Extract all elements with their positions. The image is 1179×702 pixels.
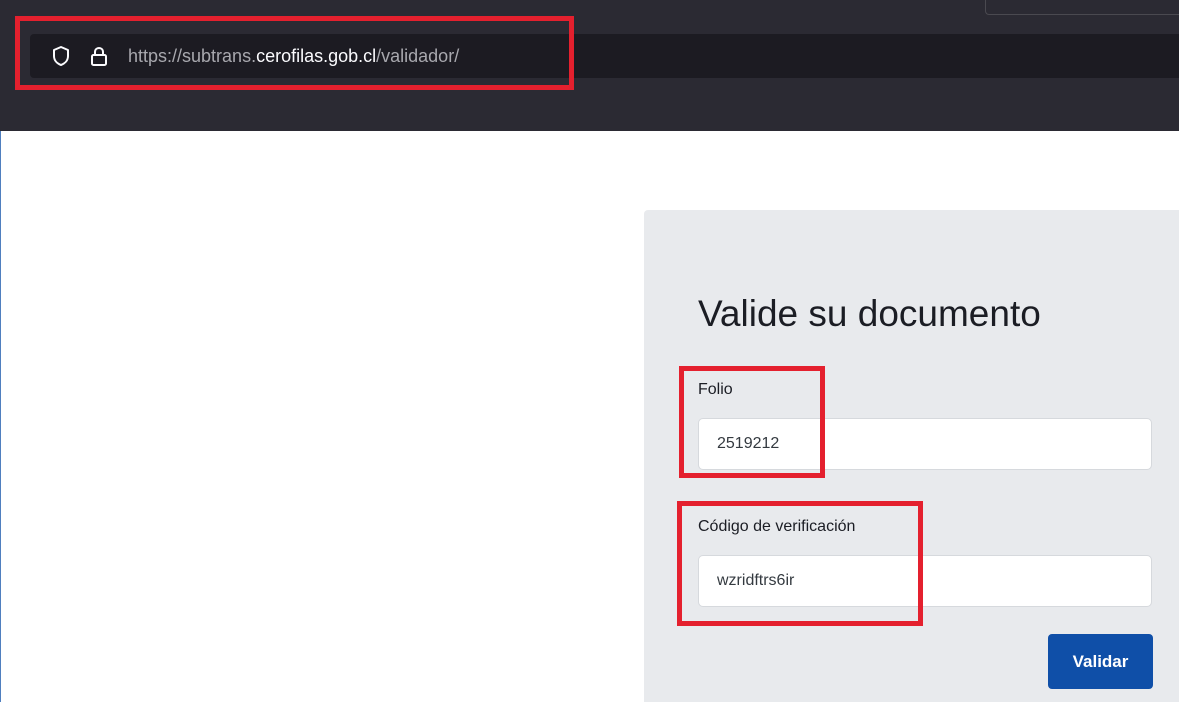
code-highlight-box [677, 501, 923, 626]
folio-highlight-box [679, 366, 825, 478]
page-border [0, 131, 1, 702]
validate-button[interactable]: Validar [1048, 634, 1153, 689]
tab-strip [985, 0, 1179, 15]
url-highlight-box [15, 16, 574, 90]
page-title: Valide su documento [698, 293, 1041, 334]
